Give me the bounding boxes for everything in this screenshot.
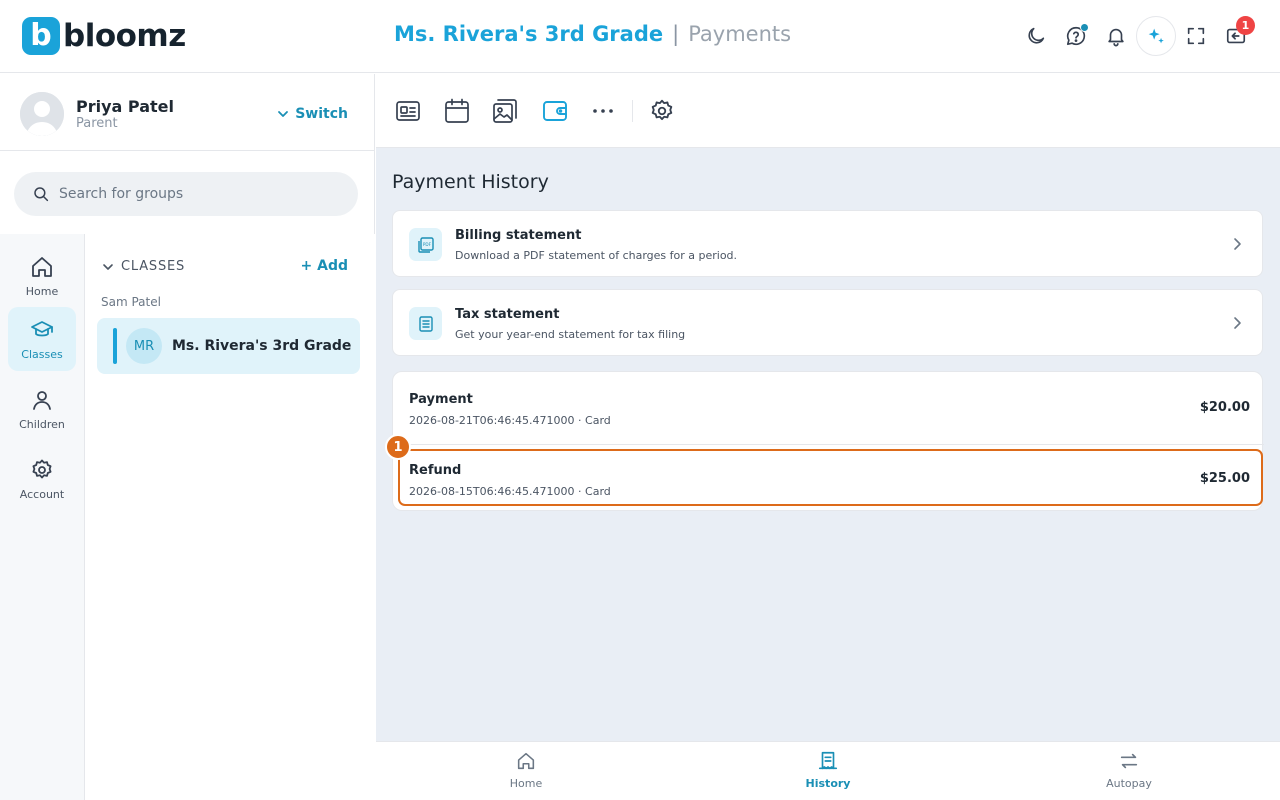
transaction-amount: $20.00: [1199, 400, 1250, 415]
payment-history-title: Payment History: [392, 171, 549, 193]
bottom-tab-history[interactable]: History: [788, 750, 868, 795]
svg-text:PDF: PDF: [422, 242, 431, 247]
logo-wordmark: bloomz: [63, 18, 186, 54]
pdf-icon: PDF: [409, 228, 442, 261]
bottom-tab-label: History: [805, 777, 851, 790]
bloomz-logo[interactable]: b bloomz: [22, 16, 186, 56]
left-pane: Priya Patel Parent Switch Home Classes C…: [0, 74, 375, 800]
user-role: Parent: [76, 116, 118, 131]
home-icon: [517, 752, 535, 770]
tax-statement-card[interactable]: Tax statement Get your year-end statemen…: [392, 289, 1263, 356]
chevron-down-icon: [103, 263, 113, 270]
rail-item-account[interactable]: Account: [8, 447, 76, 511]
table-row[interactable]: Payment 2026-08-21T06:46:45.471000 · Car…: [393, 374, 1264, 440]
highlight-box: [398, 449, 1263, 506]
inbox-badge: 1: [1236, 16, 1255, 35]
document-lines-icon: [409, 307, 442, 340]
rail-item-home[interactable]: Home: [8, 244, 76, 308]
photos-icon[interactable]: [490, 96, 520, 126]
header-actions: 1: [1016, 16, 1256, 56]
chevron-right-icon: [1234, 238, 1241, 250]
transaction-meta: 2026-08-21T06:46:45.471000 · Card: [409, 414, 611, 427]
class-item[interactable]: MR Ms. Rivera's 3rd Grade: [97, 318, 360, 374]
bottom-tab-label: Autopay: [1106, 777, 1152, 790]
card-description: Get your year-end statement for tax fili…: [455, 328, 686, 341]
newsfeed-icon[interactable]: [393, 96, 423, 126]
chevron-right-icon: [1234, 317, 1241, 329]
bottom-tab-label: Home: [509, 777, 543, 790]
main-content: Payment History PDF Billing statement Do…: [376, 74, 1280, 800]
switch-account-button[interactable]: Switch: [277, 106, 348, 122]
child-name: Sam Patel: [101, 295, 161, 309]
person-icon: [33, 390, 51, 410]
fullscreen-icon[interactable]: [1176, 16, 1216, 56]
active-indicator: [113, 328, 117, 364]
search-input[interactable]: [59, 186, 329, 202]
title-separator: |: [672, 22, 680, 46]
groups-panel: CLASSES + Add Sam Patel MR Ms. Rivera's …: [85, 234, 375, 800]
user-name: Priya Patel: [76, 97, 174, 116]
top-bar: b bloomz Ms. Rivera's 3rd Grade | Paymen…: [0, 0, 1280, 73]
search-icon: [34, 187, 49, 202]
rail-label: Home: [25, 284, 59, 298]
classes-heading: CLASSES: [121, 259, 186, 274]
graduation-cap-icon: [31, 320, 53, 336]
bell-icon[interactable]: [1096, 16, 1136, 56]
group-toolbar: [376, 74, 1280, 148]
classes-section-toggle[interactable]: CLASSES: [102, 259, 185, 274]
page-title: Ms. Rivera's 3rd Grade | Payments: [394, 22, 791, 46]
group-title: Ms. Rivera's 3rd Grade: [394, 22, 664, 46]
class-avatar: MR: [126, 328, 162, 364]
home-icon: [32, 256, 52, 277]
settings-icon[interactable]: [647, 96, 677, 126]
section-title: Payments: [688, 22, 792, 46]
calendar-icon[interactable]: [442, 96, 472, 126]
rail-item-classes[interactable]: Classes: [8, 307, 76, 371]
avatar[interactable]: [20, 92, 64, 136]
bottom-nav: Home History Autopay: [376, 741, 1280, 800]
toolbar-divider: [632, 100, 633, 122]
class-name: Ms. Rivera's 3rd Grade: [172, 338, 352, 354]
help-icon[interactable]: [1056, 16, 1096, 56]
moon-icon[interactable]: [1016, 16, 1056, 56]
rail-label: Classes: [21, 347, 63, 361]
bottom-tab-home[interactable]: Home: [486, 750, 566, 795]
switch-label: Switch: [295, 106, 348, 122]
billing-statement-card[interactable]: PDF Billing statement Download a PDF sta…: [392, 210, 1263, 277]
rail-label: Account: [19, 487, 65, 501]
add-class-button[interactable]: + Add: [301, 258, 348, 274]
logo-mark: b: [22, 17, 60, 55]
card-title: Tax statement: [455, 307, 560, 322]
highlight-marker: 1: [385, 434, 411, 460]
more-icon[interactable]: [588, 96, 618, 126]
transaction-type: Payment: [409, 392, 473, 407]
gear-icon: [32, 459, 52, 478]
card-title: Billing statement: [455, 228, 582, 243]
rail-label: Children: [19, 417, 65, 431]
bottom-tab-autopay[interactable]: Autopay: [1089, 750, 1169, 795]
card-description: Download a PDF statement of charges for …: [455, 249, 738, 262]
search-bar[interactable]: [14, 172, 358, 216]
swap-arrows-icon: [1120, 753, 1138, 769]
sparkle-icon[interactable]: [1136, 16, 1176, 56]
chevron-down-icon: [278, 111, 289, 117]
wallet-icon[interactable]: [540, 96, 570, 126]
receipt-icon: [818, 751, 838, 770]
profile-header: Priya Patel Parent Switch: [0, 74, 375, 151]
inbox-icon[interactable]: 1: [1216, 16, 1256, 56]
side-rail: Home Classes Children Account: [0, 234, 85, 800]
help-notification-dot: [1080, 23, 1089, 32]
rail-item-children[interactable]: Children: [8, 377, 76, 441]
